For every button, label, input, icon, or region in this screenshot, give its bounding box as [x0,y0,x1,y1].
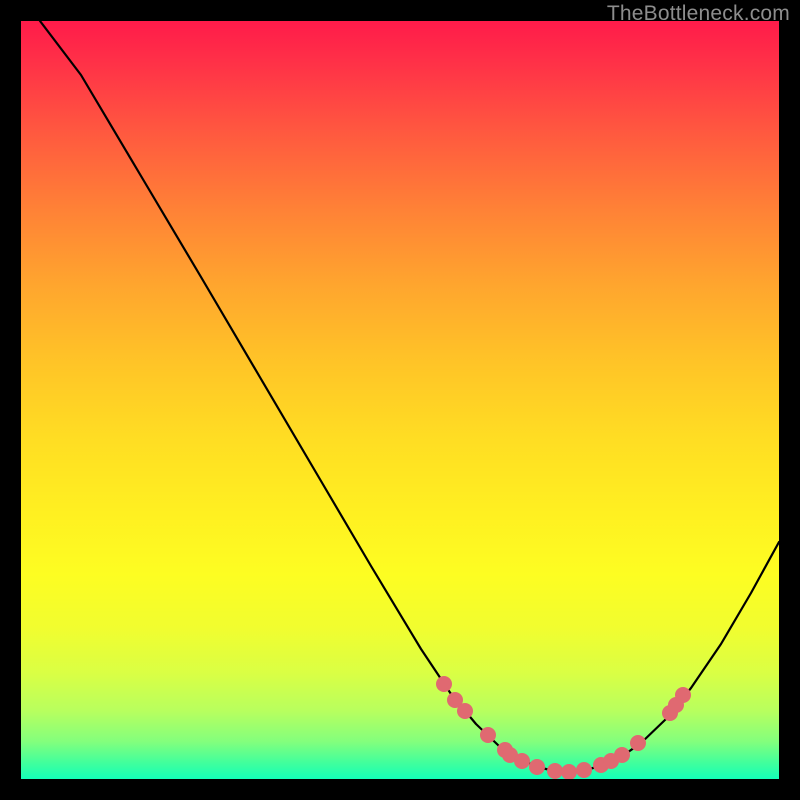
chart-svg [21,21,779,779]
data-marker [529,759,545,775]
curve-right-branch [561,542,779,772]
data-marker [561,764,577,779]
data-marker [457,703,473,719]
data-marker [436,676,452,692]
data-marker [675,687,691,703]
marker-group [436,676,691,779]
data-marker [480,727,496,743]
data-marker [614,747,630,763]
data-marker [630,735,646,751]
data-marker [547,763,563,779]
curve-left-branch [40,21,561,772]
data-marker [514,753,530,769]
data-marker [576,762,592,778]
